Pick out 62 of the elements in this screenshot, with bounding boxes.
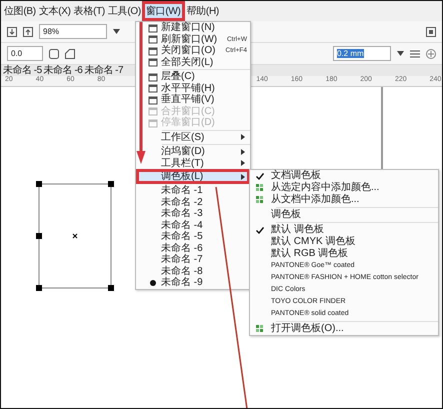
menu-title[interactable]: 帮助(H) <box>186 4 220 18</box>
window-icon <box>148 57 158 68</box>
window-icon <box>148 34 158 44</box>
menu-item[interactable]: 默认 CMYK 调色板 <box>250 236 438 248</box>
window-icon <box>148 22 158 33</box>
menu-item[interactable]: 水平平铺(H) <box>136 82 250 94</box>
palette-icon <box>255 195 265 205</box>
document-menu-item[interactable]: 未命名 -2 <box>136 196 250 208</box>
submenu-arrow-icon <box>241 174 245 180</box>
document-menu-item[interactable]: 未命名 -7 <box>136 254 250 266</box>
menu-item[interactable]: 层叠(C) <box>136 71 250 82</box>
menu-title[interactable]: 文本(X) <box>38 4 72 18</box>
document-menu-item[interactable]: 未命名 -6 <box>136 242 250 254</box>
menu-title[interactable]: 工具(O) <box>106 4 142 18</box>
menu-title[interactable]: 窗口(W) <box>144 4 182 18</box>
bullet-icon <box>150 280 156 286</box>
window-icon <box>148 46 158 56</box>
menu-item[interactable]: 文档调色板 <box>250 170 438 182</box>
angle-field[interactable]: 0.0 <box>7 46 43 61</box>
checkmark-icon <box>256 172 264 180</box>
add-icon[interactable] <box>426 48 436 58</box>
dropdown-icon[interactable] <box>113 29 120 34</box>
submenu-item[interactable]: 泊坞窗(D) <box>136 146 250 158</box>
menu-title[interactable]: 表格(T) <box>72 4 106 18</box>
palette-icon <box>255 324 265 334</box>
submenu-arrow-icon <box>241 134 245 140</box>
submenu-item[interactable]: 工具栏(T) <box>136 158 250 169</box>
window-icon <box>148 106 158 116</box>
document-tab[interactable]: 未命名 -5 <box>3 65 44 76</box>
document-tab[interactable]: 未命名 -7 <box>84 65 126 76</box>
window-icon <box>148 83 158 94</box>
menu-item[interactable]: 调色板 <box>250 209 438 221</box>
document-menu-item[interactable]: 未命名 -4 <box>136 220 250 231</box>
document-menu-item[interactable]: 未命名 -3 <box>136 208 250 220</box>
outline-width-field[interactable]: 0.2 mm <box>333 46 391 61</box>
submenu-item[interactable]: 工作区(S) <box>136 132 250 143</box>
document-menu-item[interactable]: 未命名 -1 <box>136 185 250 196</box>
menu-item[interactable]: 从选定内容中添加颜色... <box>250 182 438 194</box>
document-menu-item[interactable]: 未命名 -8 <box>136 266 250 277</box>
zoom-field[interactable]: 98% <box>39 24 107 39</box>
document-tab[interactable]: 未命名 -6 <box>44 65 84 76</box>
menu-item[interactable]: 默认 调色板 <box>250 224 438 236</box>
dropdown-icon[interactable] <box>397 51 404 56</box>
window-icon <box>148 94 158 105</box>
menu-item[interactable]: 从文档中添加颜色... <box>250 194 438 206</box>
window-icon <box>148 72 158 82</box>
window-icon <box>148 118 158 128</box>
menu-item[interactable]: 垂直平铺(V) <box>136 94 250 106</box>
export-icon[interactable] <box>23 26 33 36</box>
selected-rectangle[interactable] <box>35 180 115 292</box>
menu-item[interactable]: 打开调色板(O)... <box>250 323 438 335</box>
document-menu-item[interactable]: 未命名 -9 <box>136 277 250 288</box>
import-icon[interactable] <box>7 26 17 36</box>
menu-item[interactable]: 默认 RGB 调色板 <box>250 248 438 260</box>
line-style-icon[interactable] <box>410 50 420 58</box>
menu-item[interactable]: 新建窗口(N) <box>136 22 250 34</box>
menu-title[interactable]: 位图(B) <box>3 4 37 18</box>
checkmark-icon <box>256 226 264 234</box>
menu-item[interactable]: 全部关闭(L) <box>136 56 250 68</box>
palette-icon <box>255 183 265 193</box>
document-menu-item[interactable]: 未命名 -5 <box>136 231 250 242</box>
view-icon[interactable] <box>426 26 436 36</box>
